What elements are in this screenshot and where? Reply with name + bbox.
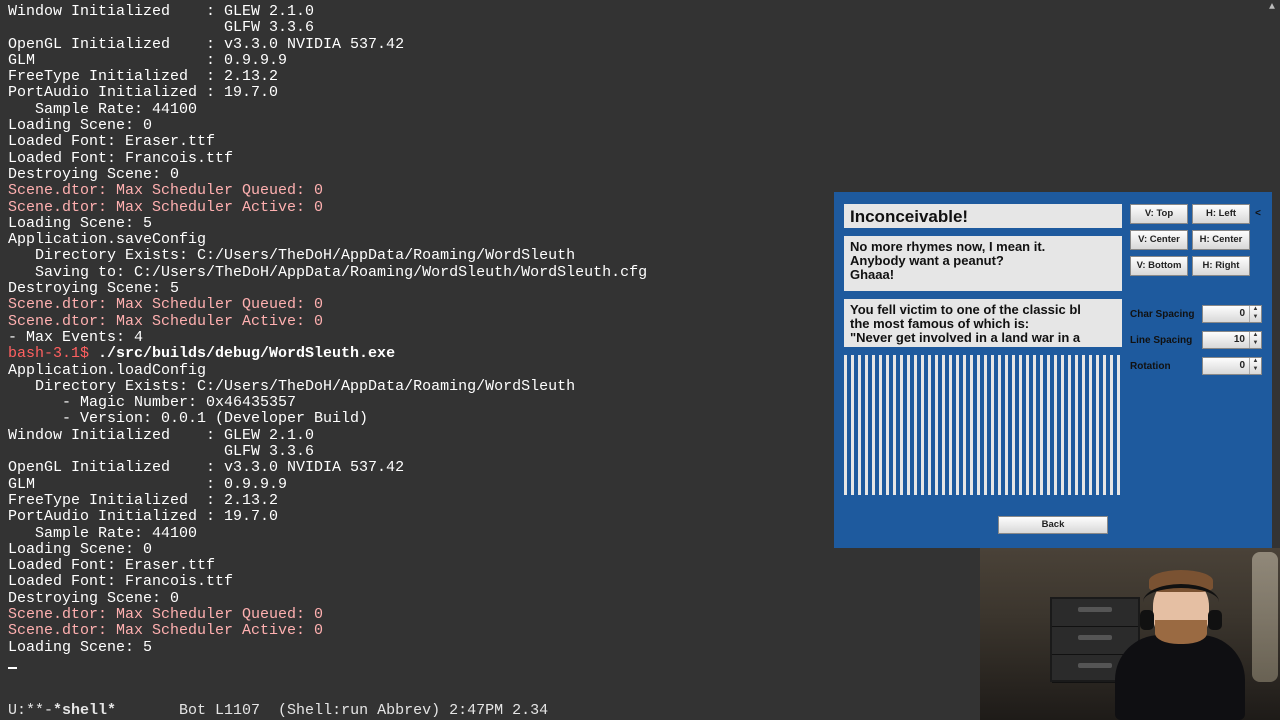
char-spacing-label: Char Spacing [1130,309,1194,320]
stepper-buttons-icon[interactable]: ▲▼ [1249,358,1261,374]
skeleton-prop [1252,552,1278,682]
terminal-line: Loading Scene: 0 [8,542,647,558]
terminal-line: Loading Scene: 5 [8,216,647,232]
terminal-line: Directory Exists: C:/Users/TheDoH/AppDat… [8,379,647,395]
h-right-button[interactable]: H: Right [1192,256,1250,276]
rotation-label: Rotation [1130,361,1171,372]
terminal-line: Destroying Scene: 0 [8,167,647,183]
terminal-line: - Version: 0.0.1 (Developer Build) [8,411,647,427]
terminal-line: GLM : 0.9.9.9 [8,477,647,493]
terminal-line: Saving to: C:/Users/TheDoH/AppData/Roami… [8,265,647,281]
terminal-line: Sample Rate: 44100 [8,102,647,118]
terminal-line: GLFW 3.3.6 [8,444,647,460]
h-left-button[interactable]: H: Left [1192,204,1250,224]
shell-command: ./src/builds/debug/WordSleuth.exe [98,345,395,362]
webcam-feed [980,548,1280,720]
controls-panel: V: Top H: Left < V: Center H: Center V: … [1130,204,1262,495]
line-spacing-label: Line Spacing [1130,335,1192,346]
terminal-line: Loading Scene: 5 [8,640,647,656]
terminal-line: FreeType Initialized : 2.13.2 [8,493,647,509]
body-panel-2: You fell victim to one of the classic bl… [844,299,1122,347]
app-window: Inconceivable! No more rhymes now, I mea… [834,192,1272,548]
terminal-line: Loaded Font: Francois.ttf [8,151,647,167]
terminal-line: Loaded Font: Eraser.ttf [8,558,647,574]
terminal-line: Loading Scene: 0 [8,118,647,134]
terminal-line: - Max Events: 4 [8,330,647,346]
terminal-line: Loaded Font: Francois.ttf [8,574,647,590]
v-top-button[interactable]: V: Top [1130,204,1188,224]
v-bottom-button[interactable]: V: Bottom [1130,256,1188,276]
terminal-line: Window Initialized : GLEW 2.1.0 [8,4,647,20]
rotation-stepper[interactable]: 0 ▲▼ [1202,357,1262,375]
terminal-line: GLFW 3.3.6 [8,20,647,36]
terminal-line: Scene.dtor: Max Scheduler Queued: 0 [8,607,647,623]
streamer-person [1105,565,1255,720]
modeline-info: Bot L1107 (Shell:run Abbrev) 2:47PM 2.34 [116,702,548,719]
char-spacing-stepper[interactable]: 0 ▲▼ [1202,305,1262,323]
terminal-line: Application.saveConfig [8,232,647,248]
terminal-line: Destroying Scene: 5 [8,281,647,297]
terminal-output[interactable]: Window Initialized : GLEW 2.1.0 GLFW 3.3… [0,0,655,678]
terminal-line: Loaded Font: Eraser.ttf [8,134,647,150]
terminal-line: OpenGL Initialized : v3.3.0 NVIDIA 537.4… [8,460,647,476]
terminal-line: Application.loadConfig [8,363,647,379]
terminal-line: Directory Exists: C:/Users/TheDoH/AppDat… [8,248,647,264]
stepper-buttons-icon[interactable]: ▲▼ [1249,332,1261,348]
terminal-line: Scene.dtor: Max Scheduler Active: 0 [8,623,647,639]
terminal-line: Scene.dtor: Max Scheduler Queued: 0 [8,297,647,313]
stepper-buttons-icon[interactable]: ▲▼ [1249,306,1261,322]
body-panel-1: No more rhymes now, I mean it. Anybody w… [844,236,1122,291]
terminal-line: PortAudio Initialized : 19.7.0 [8,85,647,101]
terminal-line: FreeType Initialized : 2.13.2 [8,69,647,85]
terminal-cursor-line[interactable] [8,656,647,674]
render-area [844,355,1122,495]
terminal-line: OpenGL Initialized : v3.3.0 NVIDIA 537.4… [8,37,647,53]
text-cursor-icon [8,654,17,669]
selection-marker-icon: < [1254,209,1262,220]
title-panel: Inconceivable! [844,204,1122,228]
terminal-line: Sample Rate: 44100 [8,526,647,542]
terminal-line: Scene.dtor: Max Scheduler Active: 0 [8,200,647,216]
terminal-line: PortAudio Initialized : 19.7.0 [8,509,647,525]
scroll-up-icon[interactable]: ▲ [1266,2,1278,14]
terminal-line: - Magic Number: 0x46435357 [8,395,647,411]
modeline-buffer: *shell* [53,702,116,719]
terminal-line: Scene.dtor: Max Scheduler Active: 0 [8,314,647,330]
terminal-prompt-line: bash-3.1$ ./src/builds/debug/WordSleuth.… [8,346,647,362]
terminal-line: Destroying Scene: 0 [8,591,647,607]
back-button[interactable]: Back [998,516,1108,534]
line-spacing-stepper[interactable]: 10 ▲▼ [1202,331,1262,349]
terminal-line: Window Initialized : GLEW 2.1.0 [8,428,647,444]
shell-prompt: bash-3.1$ [8,345,98,362]
terminal-line: GLM : 0.9.9.9 [8,53,647,69]
v-center-button[interactable]: V: Center [1130,230,1188,250]
terminal-line: Scene.dtor: Max Scheduler Queued: 0 [8,183,647,199]
h-center-button[interactable]: H: Center [1192,230,1250,250]
modeline-status: U:**- [8,702,53,719]
